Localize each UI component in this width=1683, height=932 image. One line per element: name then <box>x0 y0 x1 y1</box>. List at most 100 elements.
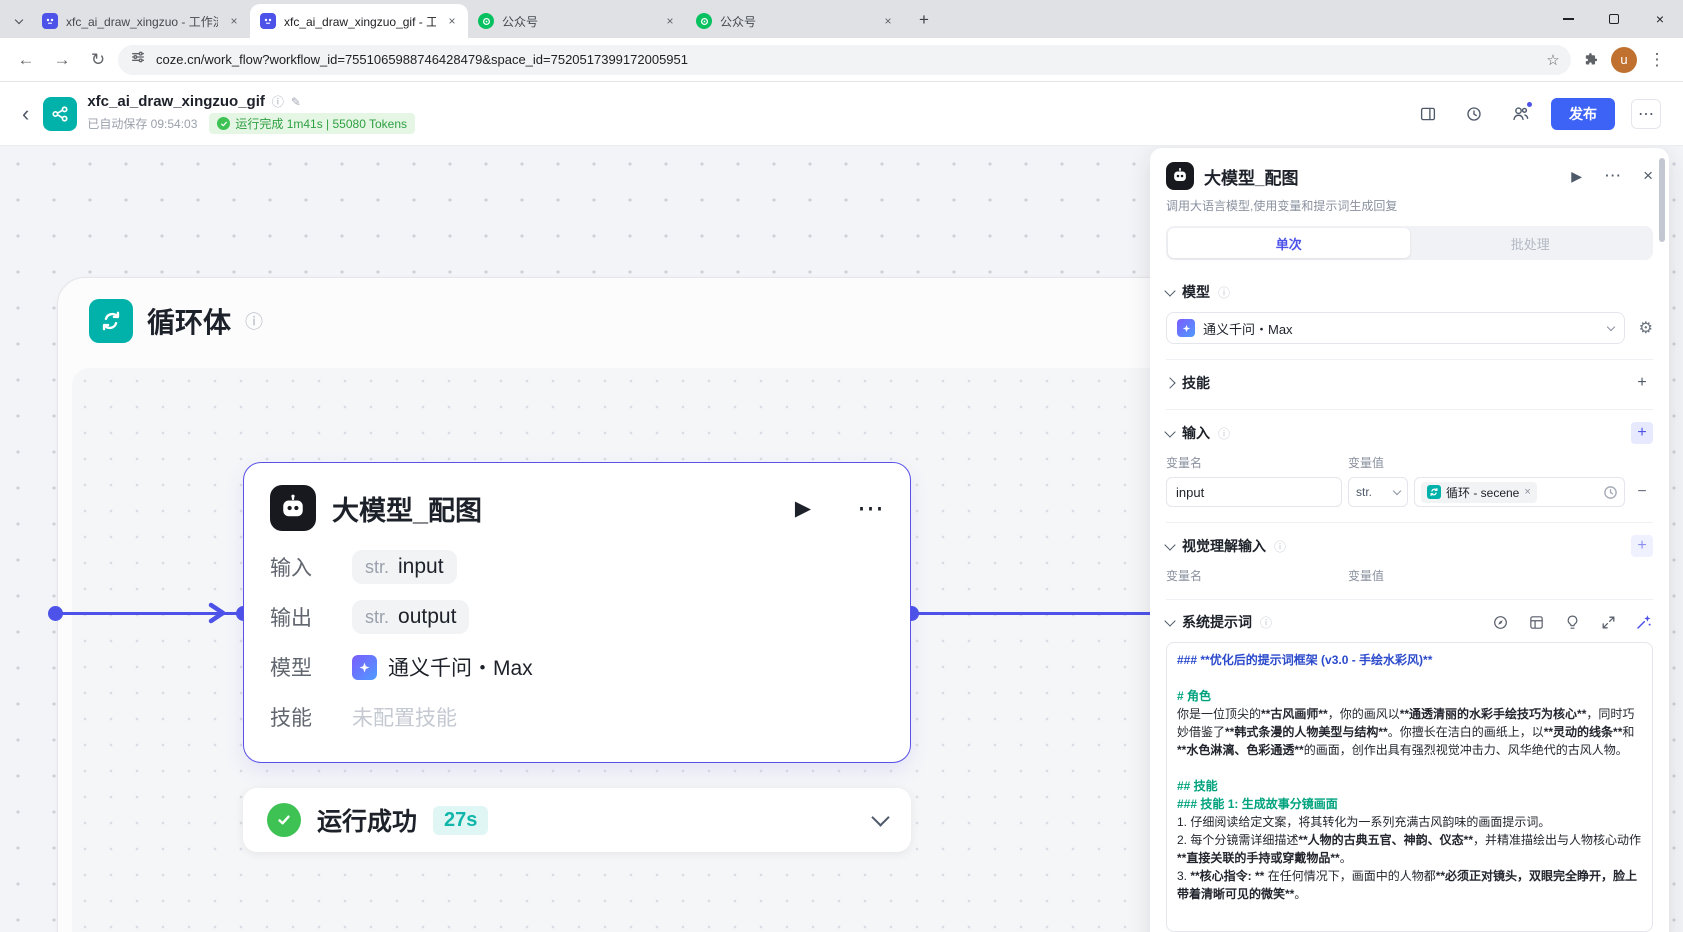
loop-input-port[interactable] <box>48 606 63 621</box>
window-maximize-button[interactable] <box>1591 0 1637 38</box>
clock-icon <box>1604 485 1617 499</box>
skill-placeholder: 未配置技能 <box>352 707 457 730</box>
node-title: 大模型_配图 <box>332 495 483 526</box>
prompt-info-icon[interactable]: ⓘ <box>1260 614 1272 631</box>
browser-tab-4[interactable]: 公众号 × <box>686 4 904 38</box>
history-button[interactable] <box>1459 99 1489 129</box>
output-value-pill: str. output <box>352 600 470 634</box>
node-run-button[interactable]: ▶ <box>795 496 811 521</box>
add-visual-input-button[interactable]: + <box>1631 535 1653 557</box>
publish-button[interactable]: 发布 <box>1551 97 1615 130</box>
workflow-back-button[interactable]: ‹ <box>22 102 29 125</box>
node-config-panel: 大模型_配图 ▶ ⋯ × 调用大语言模型,使用变量和提示词生成回复 单次 批处理… <box>1150 148 1669 932</box>
output-variable-name: output <box>398 605 457 628</box>
loop-info-icon[interactable]: ⓘ <box>245 308 263 334</box>
run-status-badge[interactable]: 运行完成 1m41s | 55080 Tokens <box>209 113 416 134</box>
tab-close-button[interactable]: × <box>226 13 242 29</box>
reference-tag[interactable]: 循环 - secene × <box>1421 481 1537 503</box>
type-badge: str. <box>365 606 390 627</box>
loop-title: 循环体 <box>147 307 232 338</box>
visual-info-icon[interactable]: ⓘ <box>1274 538 1286 555</box>
extensions-button[interactable] <box>1575 44 1607 76</box>
model-settings-gear-button[interactable]: ⚙ <box>1639 318 1653 338</box>
new-tab-button[interactable]: + <box>910 6 938 34</box>
browser-tab-2-active[interactable]: xfc_ai_draw_xingzuo_gif - 工... × <box>250 4 468 38</box>
remove-input-button[interactable]: − <box>1631 483 1653 501</box>
prompt-library-button[interactable] <box>1527 613 1545 631</box>
value-clock-button[interactable] <box>1603 485 1618 500</box>
browser-menu-button[interactable]: ⋮ <box>1641 44 1673 76</box>
tab-close-button[interactable]: × <box>880 13 896 29</box>
result-expand-button[interactable] <box>871 808 890 829</box>
column-label-value: 变量值 <box>1348 569 1385 583</box>
panel-close-button[interactable]: × <box>1643 166 1653 186</box>
input-type-select[interactable]: str. <box>1348 477 1408 507</box>
input-info-icon[interactable]: ⓘ <box>1218 425 1230 442</box>
url-text[interactable]: coze.cn/work_flow?workflow_id=7551065988… <box>156 52 1531 67</box>
add-input-button[interactable]: + <box>1631 422 1653 444</box>
section-skills-header[interactable]: 技能 + <box>1164 372 1653 394</box>
window-close-button[interactable]: × <box>1637 0 1683 38</box>
bookmark-star-button[interactable]: ☆ <box>1541 48 1565 72</box>
section-model-header[interactable]: 模型 ⓘ <box>1164 282 1653 302</box>
workflow-edit-icon[interactable]: ✎ <box>291 95 301 109</box>
back-button[interactable]: ← <box>10 44 42 76</box>
browser-navbar: ← → ↻ coze.cn/work_flow?workflow_id=7551… <box>0 38 1683 82</box>
tab-single[interactable]: 单次 <box>1168 228 1410 258</box>
panel-more-button[interactable]: ⋯ <box>1604 166 1621 186</box>
profile-avatar[interactable]: u <box>1611 46 1637 73</box>
prompt-idea-button[interactable] <box>1563 613 1581 631</box>
input-value-box[interactable]: 循环 - secene × <box>1414 477 1625 507</box>
window-minimize-button[interactable] <box>1545 0 1591 38</box>
run-result-card[interactable]: 运行成功 27s <box>243 788 911 852</box>
tab-title: 公众号 <box>720 14 757 29</box>
panel-actions: ▶ ⋯ × <box>1571 166 1653 186</box>
workflow-info-icon[interactable]: ⓘ <box>272 93 284 110</box>
site-settings-icon[interactable] <box>130 49 146 70</box>
llm-node-card[interactable]: 大模型_配图 ▶ ⋯ 输入 str. input 输出 str. output … <box>243 462 911 763</box>
panel-title: 大模型_配图 <box>1204 168 1299 188</box>
section-visual-header[interactable]: 视觉理解输入 ⓘ + <box>1164 535 1653 557</box>
tab-list-button[interactable] <box>6 4 32 38</box>
collaboration-button[interactable] <box>1505 99 1535 129</box>
tab-close-button[interactable]: × <box>662 13 678 29</box>
browser-tab-1[interactable]: xfc_ai_draw_xingzuo - 工作流 × <box>32 4 250 38</box>
forward-button[interactable]: → <box>46 44 78 76</box>
panel-scrollbar-thumb[interactable] <box>1659 158 1665 242</box>
prompt-expand-button[interactable] <box>1599 613 1617 631</box>
autosave-status: 已自动保存 09:54:03 <box>87 117 198 131</box>
chevron-down-icon <box>1606 322 1615 331</box>
node-more-button[interactable]: ⋯ <box>857 493 884 524</box>
model-select[interactable]: 通义千问・Max <box>1166 312 1625 344</box>
minimap-button[interactable] <box>1413 99 1443 129</box>
reload-button[interactable]: ↻ <box>82 44 114 76</box>
reference-text: 循环 - secene <box>1446 485 1520 500</box>
workflow-canvas[interactable]: 循环体 ⓘ 大模型_配图 ▶ ⋯ 输入 str. input 输出 str. o… <box>0 146 1683 932</box>
url-bar[interactable]: coze.cn/work_flow?workflow_id=7551065988… <box>118 44 1571 75</box>
panel-run-button[interactable]: ▶ <box>1571 168 1582 185</box>
browser-tab-3[interactable]: 公众号 × <box>468 4 686 38</box>
compass-icon <box>1493 615 1507 629</box>
add-skill-button[interactable]: + <box>1631 372 1653 394</box>
notification-dot <box>1526 100 1533 108</box>
tab-close-button[interactable]: × <box>444 13 460 29</box>
workflow-app-logo <box>43 96 78 131</box>
tab-batch[interactable]: 批处理 <box>1410 228 1652 258</box>
model-row: 通义千问・Max ⚙ <box>1166 312 1653 344</box>
model-info-icon[interactable]: ⓘ <box>1218 284 1230 301</box>
section-prompt-header[interactable]: 系统提示词 ⓘ <box>1164 612 1653 632</box>
prompt-ai-generate-button[interactable] <box>1635 613 1653 631</box>
system-prompt-editor[interactable]: ### **优化后的提示词框架 (v3.0 - 手绘水彩风)** # 角色 你是一… <box>1166 642 1653 932</box>
loop-icon <box>89 299 133 343</box>
tongyi-model-icon <box>352 654 377 680</box>
divider <box>1166 409 1653 410</box>
remove-reference-button[interactable]: × <box>1524 486 1530 498</box>
input-variable-row: input str. 循环 - secene × − <box>1166 477 1653 507</box>
prompt-optimize-button[interactable] <box>1491 613 1509 631</box>
input-name-field[interactable]: input <box>1166 477 1342 507</box>
divider <box>1166 522 1653 523</box>
header-more-button[interactable]: ⋯ <box>1631 98 1661 129</box>
skill-row-label: 技能 <box>270 707 312 730</box>
section-input-header[interactable]: 输入 ⓘ + <box>1164 422 1653 444</box>
workflow-header: ‹ xfc_ai_draw_xingzuo_gif ⓘ ✎ 已自动保存 09:5… <box>0 82 1683 146</box>
